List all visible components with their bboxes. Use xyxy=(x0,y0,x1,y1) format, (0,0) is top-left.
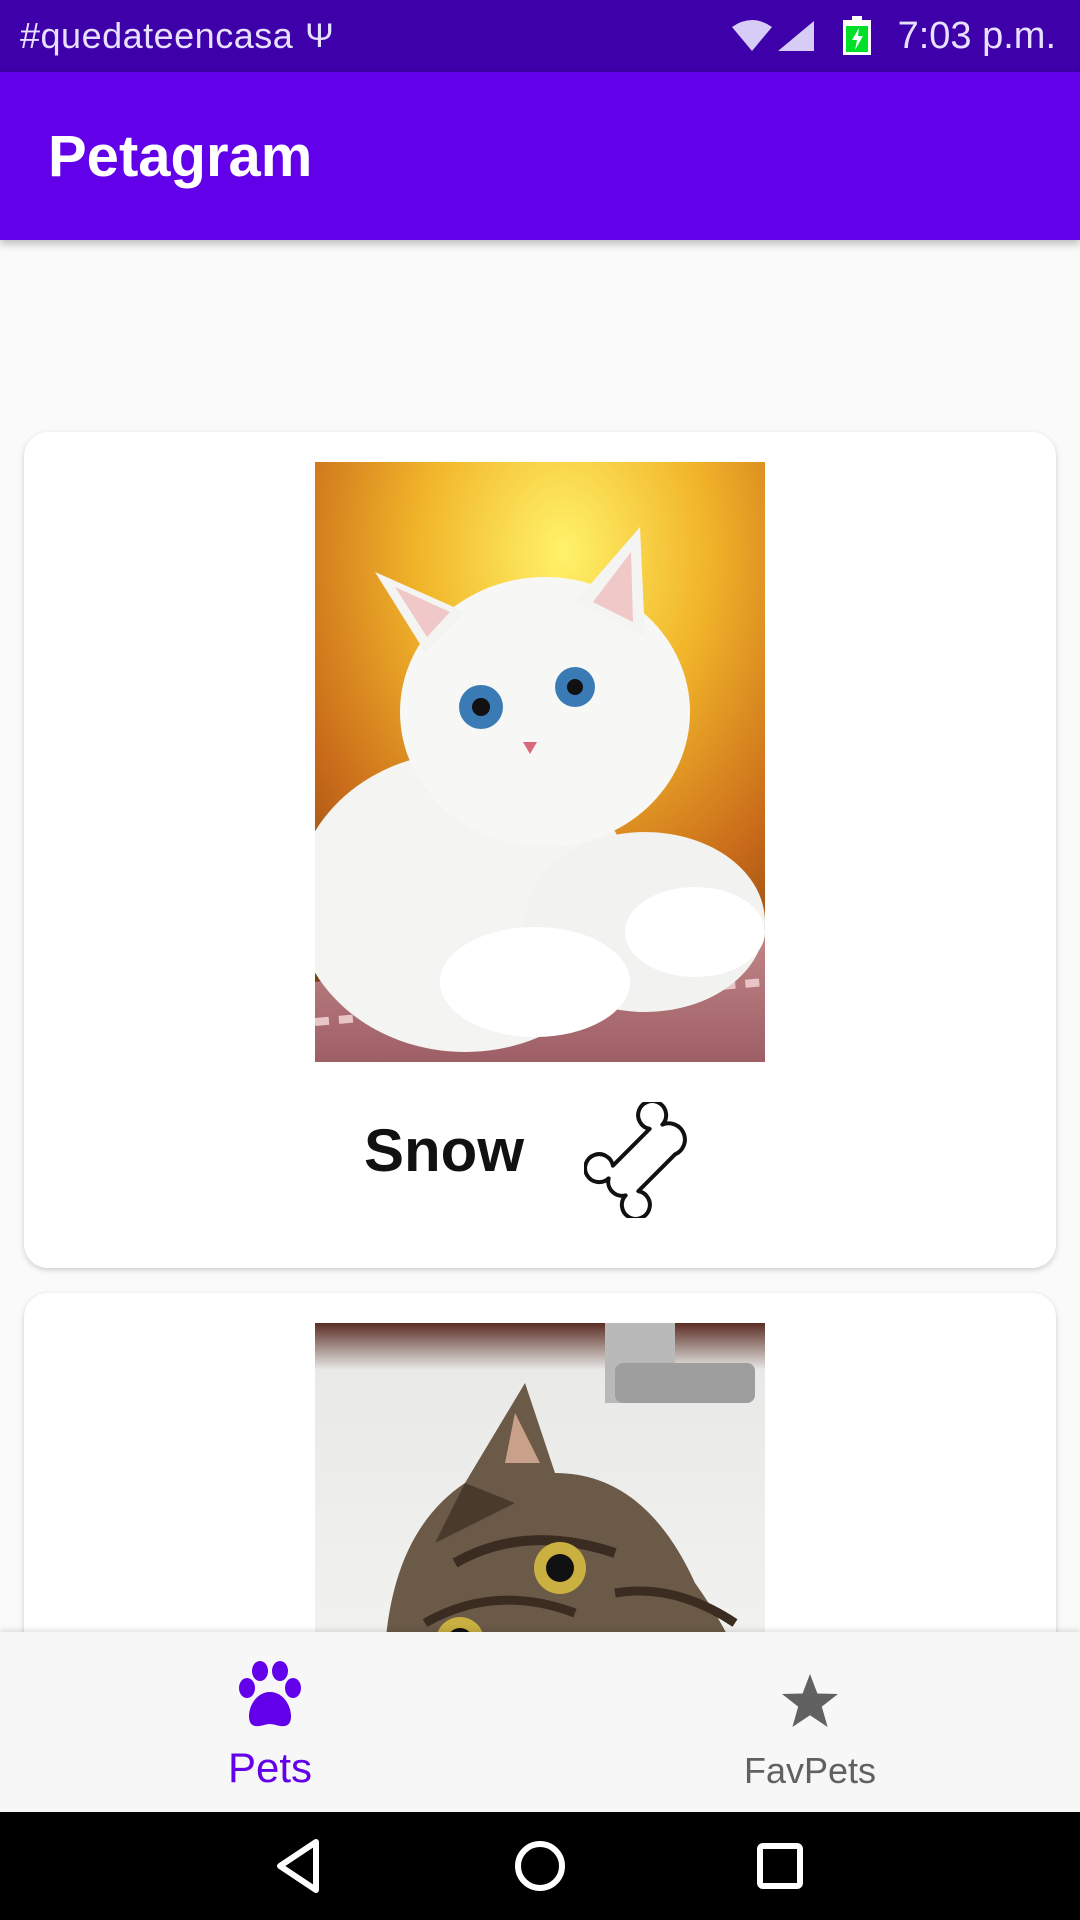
cell-signal-icon xyxy=(776,19,816,53)
system-navigation-bar xyxy=(0,1812,1080,1920)
wifi-icon xyxy=(730,19,774,53)
app-bar: Petagram xyxy=(0,72,1080,240)
bone-icon[interactable] xyxy=(583,1099,704,1221)
status-time: 7:03 p.m. xyxy=(897,14,1056,57)
pet-photo-white-cat xyxy=(315,462,765,1062)
nav-label-favpets: FavPets xyxy=(743,1750,877,1791)
app-title: Petagram xyxy=(48,123,313,189)
screen: #quedateencasa Ψ 7:03 p.m. Petagram Snow… xyxy=(0,0,1080,1920)
pet-name: Snow xyxy=(364,1116,524,1184)
battery-charging-icon xyxy=(842,16,872,56)
back-icon[interactable] xyxy=(268,1834,332,1898)
recents-icon[interactable] xyxy=(748,1834,812,1898)
status-hashtag: #quedateencasa xyxy=(20,15,294,56)
bottom-navigation: Pets FavPets xyxy=(0,1632,1080,1812)
star-icon xyxy=(780,1672,840,1735)
status-right: 7:03 p.m. xyxy=(730,0,1056,72)
status-bar: #quedateencasa Ψ 7:03 p.m. xyxy=(0,0,1080,72)
pet-card[interactable]: Snow xyxy=(24,432,1056,1268)
nav-item-pets[interactable]: Pets xyxy=(0,1632,540,1812)
paw-icon xyxy=(232,1660,308,1737)
nav-item-favpets[interactable]: FavPets xyxy=(540,1632,1080,1812)
home-icon[interactable] xyxy=(508,1834,572,1898)
pet-row: Snow xyxy=(24,1080,1056,1221)
nav-label-pets: Pets xyxy=(227,1744,313,1791)
usb-icon: Ψ xyxy=(305,16,335,55)
status-left: #quedateencasa Ψ xyxy=(20,0,334,72)
